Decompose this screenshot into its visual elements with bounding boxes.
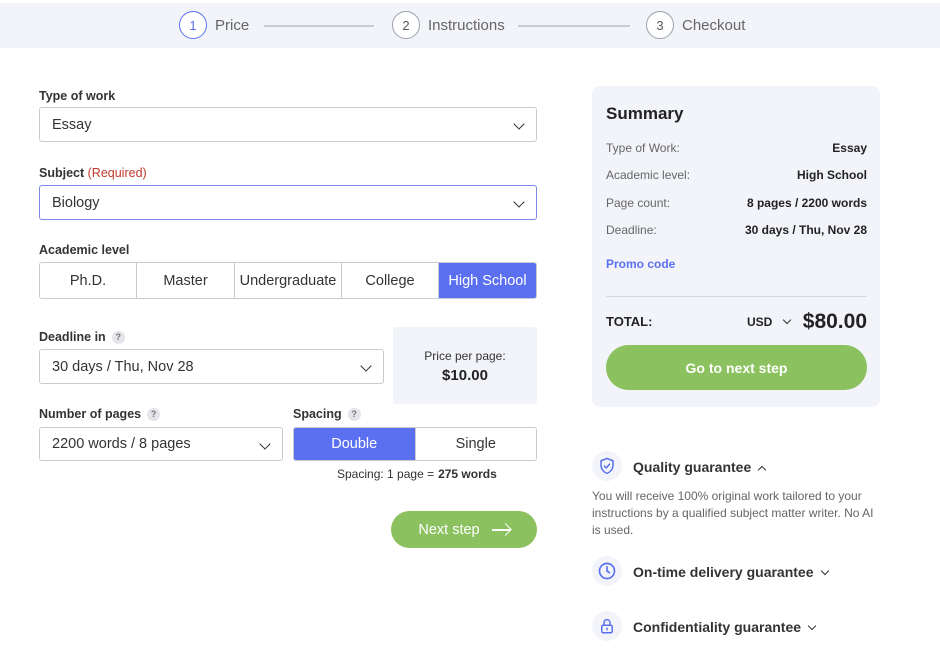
deadline-label-text: Deadline in — [39, 330, 106, 344]
go-to-next-step-button[interactable]: Go to next step — [606, 345, 867, 390]
deadline-select[interactable]: 30 days / Thu, Nov 28 — [39, 349, 384, 384]
chevron-down-icon — [513, 118, 525, 130]
summary-key: Page count: — [606, 196, 671, 210]
chevron-down-icon — [513, 196, 525, 208]
subject-value: Biology — [52, 194, 100, 211]
spacing-label-text: Spacing — [293, 407, 342, 421]
academic-level-selector: Ph.D. Master Undergraduate College High … — [39, 262, 537, 299]
pages-value: 2200 words / 8 pages — [52, 436, 191, 452]
chevron-down-icon — [360, 360, 372, 372]
summary-value: 30 days / Thu, Nov 28 — [744, 223, 867, 237]
level-high-school-button[interactable]: High School — [439, 263, 536, 298]
quality-guarantee-text: You will receive 100% original work tail… — [592, 489, 874, 537]
summary-row: Deadline: 30 days / Thu, Nov 28 — [606, 223, 867, 237]
spacing-note: Spacing: 1 page = 275 words — [337, 467, 497, 481]
deadline-label: Deadline in? — [39, 330, 125, 344]
step-connector — [264, 25, 374, 27]
pages-label: Number of pages? — [39, 407, 161, 421]
chevron-down-icon — [259, 438, 271, 450]
price-per-page-box: Price per page: $10.00 — [393, 327, 537, 404]
confidentiality-guarantee-title: Confidentiality guarantee — [633, 619, 802, 635]
summary-panel: Summary Type of Work: Essay Academic lev… — [592, 86, 880, 407]
step-1-circle[interactable]: 1 — [179, 11, 207, 39]
quality-guarantee-toggle[interactable]: Quality guarantee — [633, 459, 767, 475]
deadline-value: 30 days / Thu, Nov 28 — [52, 358, 194, 375]
currency-select[interactable]: USD — [747, 315, 792, 329]
price-per-page-label: Price per page: — [424, 349, 506, 363]
summary-row: Type of Work: Essay — [606, 141, 867, 155]
step-3-circle[interactable]: 3 — [646, 11, 674, 39]
summary-value: High School — [797, 168, 867, 182]
level-phd-button[interactable]: Ph.D. — [40, 263, 137, 298]
spacing-double-button[interactable]: Double — [294, 428, 416, 460]
spacing-note-prefix: Spacing: 1 page = — [337, 467, 435, 481]
step-3-label[interactable]: Checkout — [682, 17, 745, 34]
quality-guarantee-title: Quality guarantee — [633, 459, 752, 475]
level-undergraduate-button[interactable]: Undergraduate — [235, 263, 342, 298]
subject-select[interactable]: Biology — [39, 185, 537, 220]
pages-select[interactable]: 2200 words / 8 pages — [39, 427, 283, 461]
summary-row: Academic level: High School — [606, 168, 867, 182]
pages-label-text: Number of pages — [39, 407, 142, 421]
currency-value: USD — [747, 315, 773, 329]
spacing-single-button[interactable]: Single — [415, 428, 536, 460]
summary-key: Deadline: — [606, 223, 657, 237]
subject-label: Subject (Required) — [39, 166, 147, 180]
summary-key: Academic level: — [606, 168, 691, 182]
delivery-guarantee-toggle[interactable]: On-time delivery guarantee — [633, 564, 829, 580]
total-label: TOTAL: — [606, 314, 653, 329]
level-master-button[interactable]: Master — [137, 263, 235, 298]
spacing-note-value: 275 words — [438, 467, 497, 481]
subject-label-text: Subject — [39, 166, 85, 180]
academic-level-label: Academic level — [39, 243, 130, 257]
level-college-button[interactable]: College — [342, 263, 439, 298]
summary-divider — [606, 296, 867, 297]
help-icon[interactable]: ? — [147, 407, 161, 421]
summary-row: Page count: 8 pages / 2200 words — [606, 196, 867, 210]
progress-stepper: 1 Price 2 Instructions 3 Checkout — [0, 3, 940, 48]
next-step-label: Next step — [418, 521, 480, 538]
chevron-down-icon — [820, 566, 829, 576]
delivery-guarantee-title: On-time delivery guarantee — [633, 564, 814, 580]
step-2-circle[interactable]: 2 — [392, 11, 420, 39]
summary-value: Essay — [832, 141, 867, 155]
chevron-up-icon — [758, 465, 767, 475]
confidentiality-guarantee-toggle[interactable]: Confidentiality guarantee — [633, 619, 817, 635]
type-of-work-label: Type of work — [39, 89, 116, 103]
summary-value: 8 pages / 2200 words — [746, 196, 867, 210]
summary-title: Summary — [606, 104, 684, 123]
step-2-label[interactable]: Instructions — [428, 17, 505, 34]
next-step-button[interactable]: Next step — [391, 511, 537, 548]
promo-code-link[interactable]: Promo code — [606, 257, 675, 271]
type-of-work-value: Essay — [52, 116, 92, 133]
help-icon[interactable]: ? — [347, 407, 361, 421]
type-of-work-select[interactable]: Essay — [39, 107, 537, 142]
clock-icon — [592, 556, 622, 586]
chevron-down-icon — [807, 621, 817, 631]
lock-icon — [592, 611, 622, 641]
chevron-down-icon — [783, 315, 792, 325]
price-per-page-value: $10.00 — [442, 367, 488, 384]
required-marker: (Required) — [87, 166, 147, 180]
step-1-label[interactable]: Price — [215, 17, 249, 34]
step-connector — [518, 25, 630, 27]
help-icon[interactable]: ? — [111, 330, 125, 344]
spacing-selector: Double Single — [293, 427, 537, 461]
summary-key: Type of Work: — [606, 141, 680, 155]
arrow-right-icon — [491, 528, 510, 531]
total-price: $80.00 — [802, 310, 867, 333]
shield-check-icon — [592, 451, 622, 481]
spacing-label: Spacing? — [293, 407, 361, 421]
